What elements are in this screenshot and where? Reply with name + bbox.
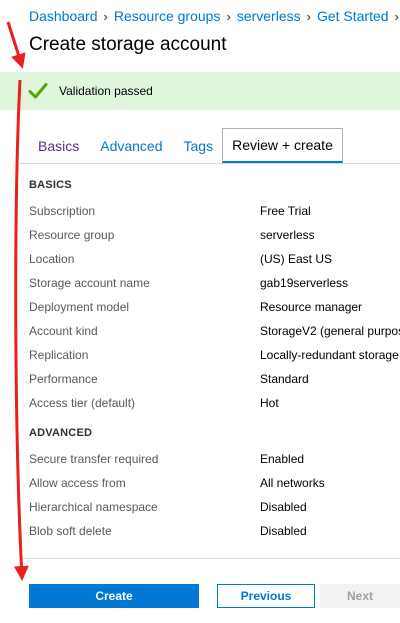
summary-row: Storage account name gab19serverless <box>29 272 400 296</box>
tab-divider <box>20 163 400 164</box>
annotation-arrow-to-tabs <box>6 21 26 69</box>
summary-row: Allow access from All networks <box>29 472 400 496</box>
page-title: Create storage account <box>29 34 227 55</box>
tab-basics[interactable]: Basics <box>29 128 88 164</box>
summary-value: Disabled <box>260 524 307 538</box>
summary-value: Hot <box>260 396 279 410</box>
summary-row: Performance Standard <box>29 368 400 392</box>
summary-key: Hierarchical namespace <box>29 500 158 514</box>
checkmark-icon <box>28 83 48 99</box>
summary-row: Blob soft delete Disabled <box>29 520 400 544</box>
summary-value: Free Trial <box>260 204 311 218</box>
summary-value: StorageV2 (general purpos <box>260 324 400 338</box>
summary-row: Hierarchical namespace Disabled <box>29 496 400 520</box>
summary-key: Performance <box>29 372 98 386</box>
summary-key: Subscription <box>29 204 96 218</box>
summary-key: Location <box>29 252 75 266</box>
breadcrumb-separator: › <box>226 8 231 24</box>
summary-value: Standard <box>260 372 309 386</box>
previous-button[interactable]: Previous <box>217 584 315 608</box>
tab-bar: Basics Advanced Tags Review + create <box>29 128 343 164</box>
summary-row: Secure transfer required Enabled <box>29 448 400 472</box>
summary-value: Disabled <box>260 500 307 514</box>
section-advanced-title: ADVANCED <box>29 427 93 439</box>
summary-value: serverless <box>260 228 315 242</box>
summary-row: Subscription Free Trial <box>29 200 400 224</box>
summary-value: gab19serverless <box>260 276 349 290</box>
tab-tags[interactable]: Tags <box>172 128 223 164</box>
summary-key: Storage account name <box>29 276 150 290</box>
summary-row: Access tier (default) Hot <box>29 392 400 416</box>
create-button[interactable]: Create <box>29 584 199 608</box>
summary-row: Replication Locally-redundant storage <box>29 344 400 368</box>
validation-message: Validation passed <box>59 84 153 98</box>
summary-key: Blob soft delete <box>29 524 112 538</box>
summary-value: Locally-redundant storage <box>260 348 399 362</box>
tab-review-create[interactable]: Review + create <box>222 128 343 163</box>
breadcrumb-dashboard[interactable]: Dashboard <box>29 8 98 24</box>
summary-key: Resource group <box>29 228 115 242</box>
summary-key: Replication <box>29 348 89 362</box>
summary-row: Location (US) East US <box>29 248 400 272</box>
summary-key: Access tier (default) <box>29 396 136 410</box>
breadcrumb-separator: › <box>103 8 108 24</box>
tab-advanced[interactable]: Advanced <box>88 128 171 164</box>
breadcrumb-resource-groups[interactable]: Resource groups <box>114 8 221 24</box>
breadcrumb: Dashboard › Resource groups › serverless › … <box>29 6 400 26</box>
next-button: Next <box>320 584 400 608</box>
validation-banner: Validation passed <box>0 72 400 110</box>
summary-row: Resource group serverless <box>29 224 400 248</box>
breadcrumb-separator: › <box>306 8 311 24</box>
summary-key: Account kind <box>29 324 98 338</box>
summary-value: (US) East US <box>260 252 333 266</box>
summary-key: Deployment model <box>29 300 130 314</box>
summary-row: Account kind StorageV2 (general purpos <box>29 320 400 344</box>
breadcrumb-separator: › <box>394 8 399 24</box>
annotation-arrow-to-create <box>13 79 29 581</box>
section-basics-title: BASICS <box>29 179 72 191</box>
summary-row: Deployment model Resource manager <box>29 296 400 320</box>
summary-key: Allow access from <box>29 476 126 490</box>
summary-value: Enabled <box>260 452 305 466</box>
footer-divider <box>20 558 400 559</box>
summary-value: All networks <box>260 476 325 490</box>
summary-value: Resource manager <box>260 300 363 314</box>
breadcrumb-serverless[interactable]: serverless <box>237 8 301 24</box>
summary-key: Secure transfer required <box>29 452 159 466</box>
breadcrumb-get-started[interactable]: Get Started <box>317 8 389 24</box>
